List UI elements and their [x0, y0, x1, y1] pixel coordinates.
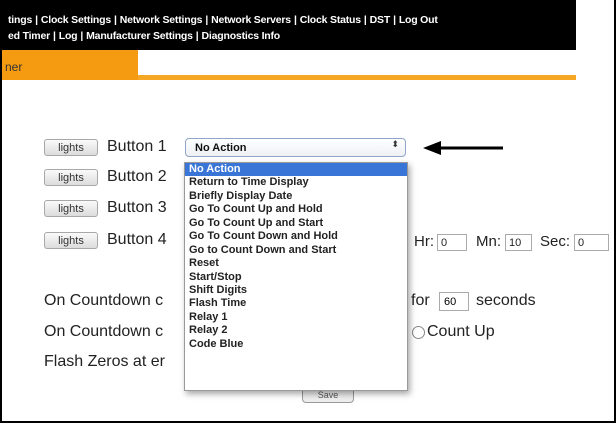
- dropdown-option[interactable]: Go To Count Up and Start: [185, 217, 407, 230]
- nav-link-network-servers[interactable]: Network Servers: [211, 14, 291, 26]
- page-frame: tings | Clock Settings | Network Settings | Ne…: [0, 0, 616, 423]
- button-3-label: Button 3: [107, 199, 167, 216]
- minute-input[interactable]: [505, 234, 532, 251]
- dropdown-option[interactable]: Relay 2: [185, 324, 407, 337]
- nav-separator: |: [393, 14, 396, 26]
- nav-link-settings[interactable]: tings: [8, 14, 32, 26]
- countdown-line-1: On Countdown c: [44, 292, 164, 309]
- nav-link-clock-status[interactable]: Clock Status: [300, 14, 361, 26]
- nav-separator: |: [195, 30, 199, 42]
- count-up-radio[interactable]: [412, 326, 425, 339]
- for-label: for: [411, 292, 430, 309]
- countdown-line-2: On Countdown c: [44, 323, 164, 340]
- button-4-label: Button 4: [107, 231, 167, 248]
- lights-button-1[interactable]: lights: [44, 139, 98, 156]
- dropdown-option[interactable]: Code Blue: [185, 338, 407, 351]
- nav-separator: |: [113, 14, 117, 26]
- dropdown-option[interactable]: Briefly Display Date: [185, 190, 407, 203]
- minute-label: Mn:: [476, 233, 502, 250]
- dropdown-option[interactable]: Shift Digits: [185, 284, 407, 297]
- hour-label: Hr:: [414, 233, 434, 250]
- nav-separator: |: [52, 30, 56, 42]
- nav-link-dst[interactable]: DST: [370, 14, 391, 26]
- section-tab-strip: ner: [2, 50, 576, 80]
- second-input[interactable]: [574, 234, 609, 251]
- dropdown-option[interactable]: Flash Time: [185, 297, 407, 310]
- nav-separator: |: [205, 14, 209, 26]
- button-2-label: Button 2: [107, 168, 167, 185]
- nav-link-manufacturer-settings[interactable]: Manufacturer Settings: [86, 30, 193, 42]
- dropdown-option[interactable]: Start/Stop: [185, 271, 407, 284]
- lights-button-2[interactable]: lights: [44, 169, 98, 186]
- nav-link-network-settings[interactable]: Network Settings: [120, 14, 203, 26]
- button-1-action-select[interactable]: No Action ⬍: [185, 138, 406, 157]
- select-current-value: No Action: [195, 142, 247, 154]
- countdown-seconds-input[interactable]: [439, 292, 469, 311]
- seconds-label: seconds: [476, 292, 536, 309]
- action-dropdown-list: No Action Return to Time Display Briefly…: [184, 162, 408, 391]
- flash-zeros-line: Flash Zeros at er: [44, 353, 165, 370]
- lights-button-3[interactable]: lights: [44, 200, 98, 217]
- nav-row-2: ed Timer | Log | Manufacturer Settings | Diagn…: [8, 30, 280, 42]
- hour-input[interactable]: [437, 234, 467, 251]
- dropdown-option[interactable]: Reset: [185, 257, 407, 270]
- dropdown-option[interactable]: Return to Time Display: [185, 176, 407, 189]
- count-up-label: Count Up: [427, 323, 495, 340]
- nav-link-diagnostics-info[interactable]: Diagnostics Info: [202, 30, 281, 42]
- save-button[interactable]: Save: [302, 389, 354, 403]
- nav-link-log[interactable]: Log: [59, 30, 78, 42]
- nav-separator: |: [293, 14, 297, 26]
- nav-row-1: tings | Clock Settings | Network Settings | Ne…: [8, 14, 438, 26]
- button-1-label: Button 1: [107, 138, 167, 155]
- nav-separator: |: [35, 14, 38, 26]
- dropdown-option[interactable]: Go to Count Down and Start: [185, 244, 407, 257]
- dropdown-option[interactable]: Go To Count Up and Hold: [185, 203, 407, 216]
- top-nav-bar: tings | Clock Settings | Network Settings | Ne…: [2, 0, 576, 50]
- dropdown-option[interactable]: Relay 1: [185, 311, 407, 324]
- tab-strip-gap: [138, 50, 576, 75]
- nav-separator: |: [80, 30, 84, 42]
- section-tab-label: ner: [5, 60, 23, 74]
- left-arrow-annotation-icon: [423, 141, 503, 155]
- select-arrows-icon: ⬍: [391, 139, 399, 149]
- nav-link-timer[interactable]: ed Timer: [8, 30, 50, 42]
- active-section-tab[interactable]: ner: [2, 50, 138, 80]
- dropdown-option[interactable]: Go To Count Down and Hold: [185, 230, 407, 243]
- second-label: Sec:: [540, 233, 571, 250]
- lights-button-4[interactable]: lights: [44, 232, 98, 249]
- nav-link-clock-settings[interactable]: Clock Settings: [41, 14, 111, 26]
- nav-separator: |: [363, 14, 367, 26]
- nav-link-log-out[interactable]: Log Out: [399, 14, 438, 26]
- dropdown-option[interactable]: No Action: [185, 163, 407, 177]
